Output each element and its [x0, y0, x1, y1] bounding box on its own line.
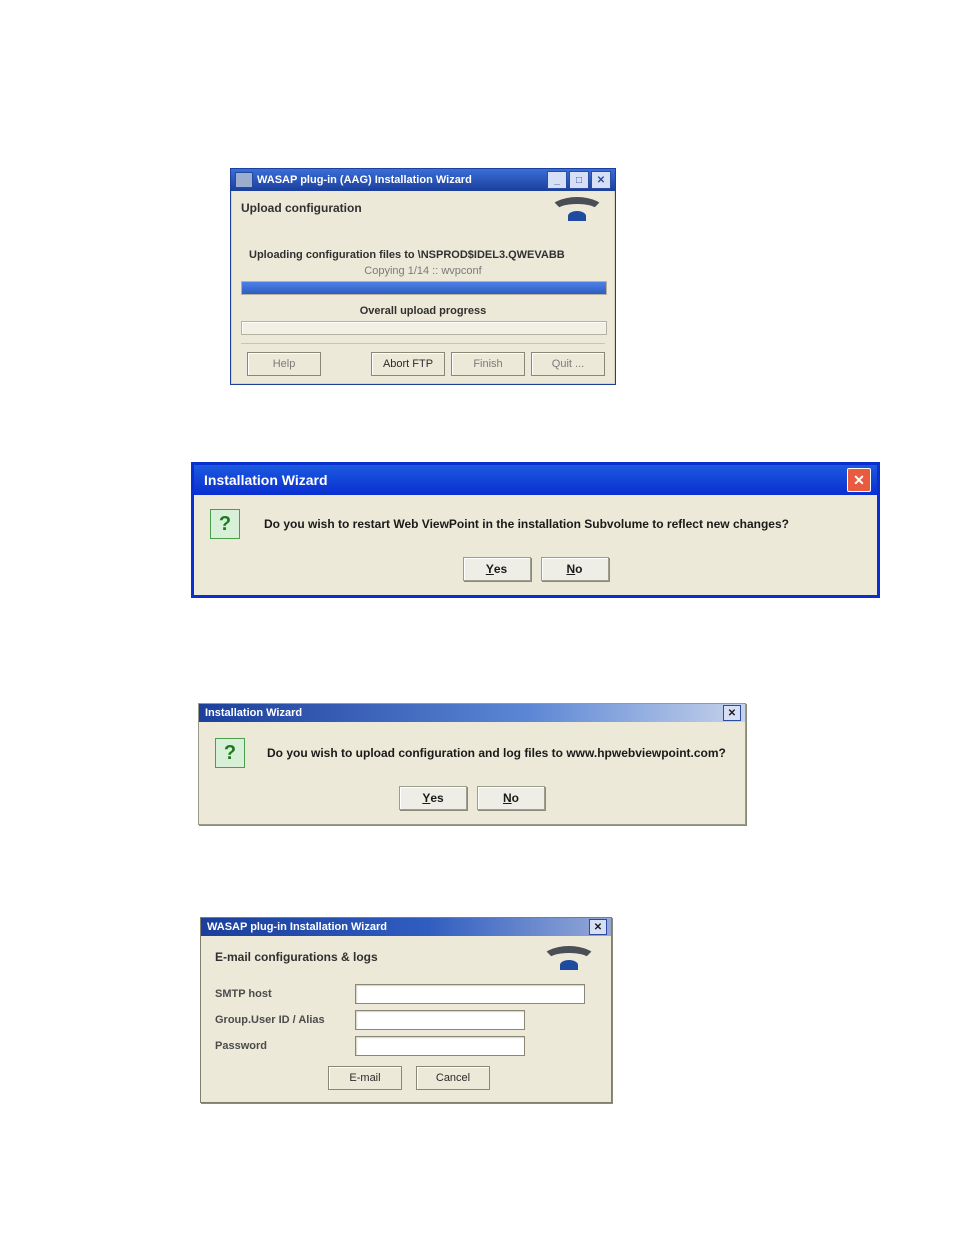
close-button[interactable]: ✕: [589, 919, 607, 935]
window-title: WASAP plug-in (AAG) Installation Wizard: [257, 174, 472, 186]
maximize-button[interactable]: □: [569, 171, 589, 189]
document-page: WASAP plug-in (AAG) Installation Wizard …: [0, 0, 954, 1235]
title-bar: Installation Wizard ✕: [199, 704, 745, 722]
copying-status: Copying 1/14 :: wvpconf: [241, 265, 605, 277]
help-button[interactable]: Help: [247, 352, 321, 376]
quit-button[interactable]: Quit ...: [531, 352, 605, 376]
title-bar: WASAP plug-in (AAG) Installation Wizard …: [231, 169, 615, 191]
close-button[interactable]: ✕: [723, 705, 741, 721]
window-title: Installation Wizard: [205, 707, 302, 719]
smtp-host-input[interactable]: [355, 984, 585, 1004]
password-label: Password: [215, 1040, 355, 1052]
app-icon: [235, 172, 253, 188]
yes-button[interactable]: Yes: [399, 786, 467, 810]
email-config-dialog: WASAP plug-in Installation Wizard ✕ E-ma…: [200, 917, 612, 1103]
message-text: Do you wish to restart Web ViewPoint in …: [264, 517, 789, 531]
abort-ftp-button[interactable]: Abort FTP: [371, 352, 445, 376]
overall-progress-bar: [241, 321, 607, 335]
window-title: WASAP plug-in Installation Wizard: [207, 921, 387, 933]
no-button[interactable]: No: [477, 786, 545, 810]
finish-button: Finish: [451, 352, 525, 376]
minimize-icon: _: [554, 175, 560, 186]
user-id-label: Group.User ID / Alias: [215, 1014, 355, 1026]
maximize-icon: □: [576, 175, 582, 186]
title-bar: WASAP plug-in Installation Wizard ✕: [201, 918, 611, 936]
user-id-input[interactable]: [355, 1010, 525, 1030]
section-title: Upload configuration: [241, 201, 362, 215]
dialog-body: ? Do you wish to upload configuration an…: [199, 722, 745, 824]
close-icon: ✕: [853, 472, 865, 489]
email-button[interactable]: E-mail: [328, 1066, 402, 1090]
section-title: E-mail configurations & logs: [215, 950, 378, 964]
upload-logs-confirm-dialog: Installation Wizard ✕ ? Do you wish to u…: [198, 703, 746, 825]
cancel-button[interactable]: Cancel: [416, 1066, 490, 1090]
close-button[interactable]: ✕: [591, 171, 611, 189]
upload-target-text: Uploading configuration files to \NSPROD…: [241, 249, 605, 261]
close-icon: ✕: [597, 175, 605, 186]
message-text: Do you wish to upload configuration and …: [267, 746, 726, 760]
window-title: Installation Wizard: [204, 472, 328, 488]
dialog-body: ? Do you wish to restart Web ViewPoint i…: [194, 495, 877, 595]
eye-logo-icon: [541, 946, 597, 968]
question-icon: ?: [215, 738, 245, 768]
password-input[interactable]: [355, 1036, 525, 1056]
question-icon: ?: [210, 509, 240, 539]
file-progress-bar: [241, 281, 607, 295]
minimize-button[interactable]: _: [547, 171, 567, 189]
close-button[interactable]: ✕: [847, 468, 871, 492]
dialog-body: Upload configuration Uploading configura…: [231, 191, 615, 384]
yes-button[interactable]: Yes: [463, 557, 531, 581]
upload-config-dialog: WASAP plug-in (AAG) Installation Wizard …: [230, 168, 616, 385]
smtp-host-label: SMTP host: [215, 988, 355, 1000]
title-bar: Installation Wizard ✕: [194, 465, 877, 495]
overall-progress-label: Overall upload progress: [241, 305, 605, 317]
restart-confirm-dialog: Installation Wizard ✕ ? Do you wish to r…: [192, 463, 879, 597]
eye-logo-icon: [549, 197, 605, 219]
dialog-body: E-mail configurations & logs SMTP host G…: [201, 936, 611, 1102]
close-icon: ✕: [594, 922, 602, 933]
close-icon: ✕: [728, 708, 736, 719]
no-button[interactable]: No: [541, 557, 609, 581]
